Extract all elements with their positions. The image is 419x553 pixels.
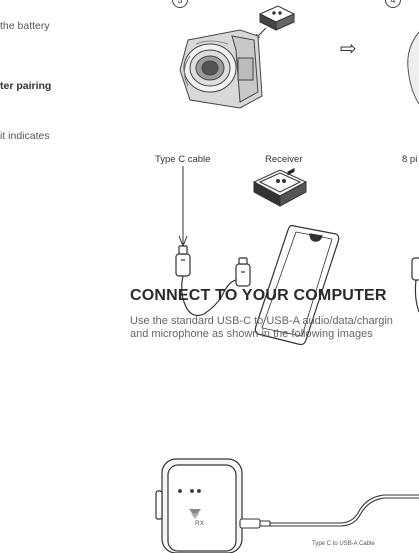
- receiver-on-camera: [258, 5, 296, 31]
- usb-cable: [239, 494, 419, 529]
- receiver-illustration: [252, 167, 308, 207]
- indicates-text-fragment: it indicates: [0, 130, 50, 142]
- receiver-to-computer-diagram: [155, 458, 419, 553]
- next-step-illustration: [407, 31, 419, 105]
- usb-cable-caption: Type C to USB-A Cable: [312, 541, 375, 547]
- section-body-line-2: and microphone as shown in the following…: [130, 328, 373, 340]
- battery-text-fragment: the battery: [0, 20, 50, 32]
- section-heading: CONNECT TO YOUR COMPUTER: [130, 287, 387, 304]
- camera-illustration: [179, 5, 296, 109]
- 8-pin-connector: [411, 257, 419, 313]
- type-c-cable-label: Type C cable: [155, 154, 211, 165]
- receiver-front-view: [155, 458, 243, 553]
- 8-pin-label: 8 pi: [402, 154, 418, 165]
- cable-pointer-arrow: [178, 166, 188, 248]
- step-4-badge: 4: [385, 0, 401, 8]
- next-step-arrow: ⇨: [340, 38, 357, 60]
- pairing-heading-fragment: ter pairing: [0, 80, 52, 92]
- receiver-label: Receiver: [265, 154, 303, 165]
- section-body-line-1: Use the standard USB-C to USB-A audio/da…: [130, 315, 393, 327]
- device-mark: RX: [195, 520, 205, 527]
